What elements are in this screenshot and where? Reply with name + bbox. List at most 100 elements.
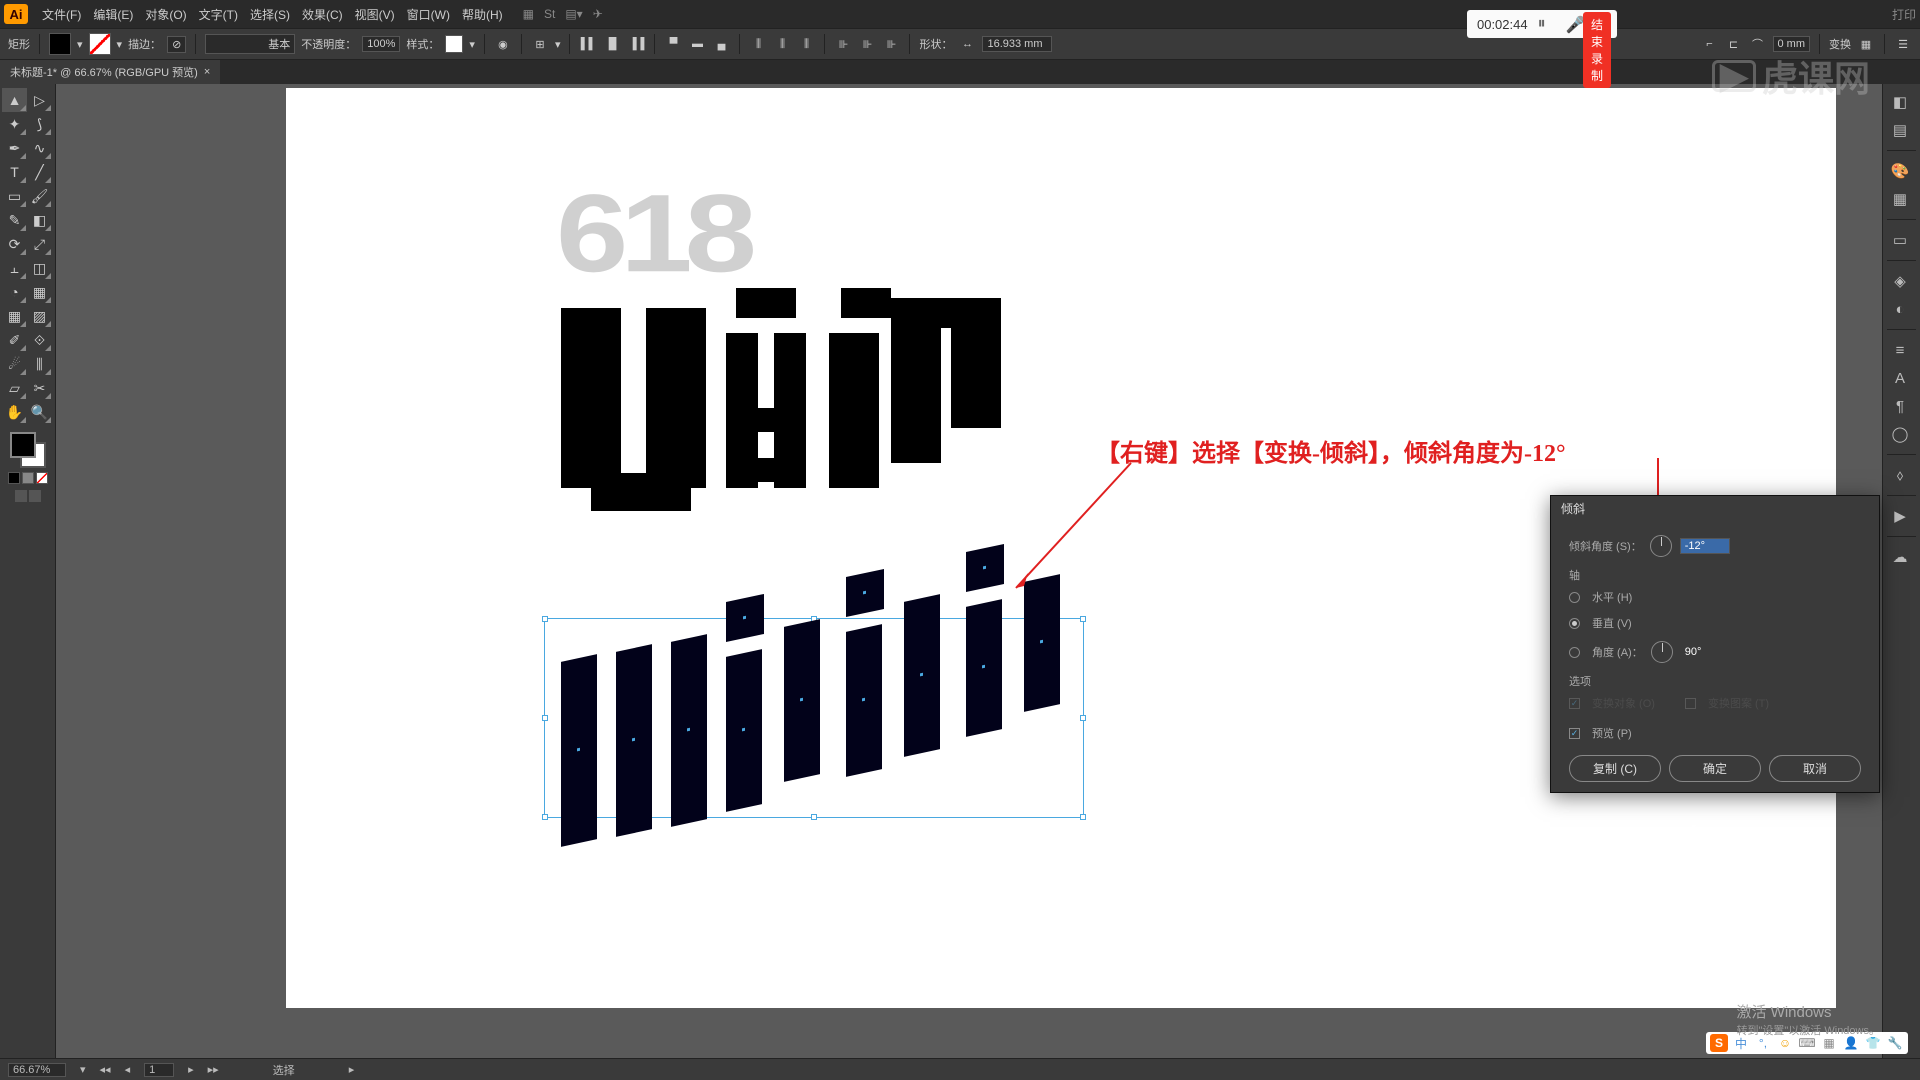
chevron-down-icon[interactable]: ▾	[555, 38, 561, 51]
distribute-icon[interactable]: ⫼	[797, 35, 815, 53]
shape-builder-tool[interactable]: ◔	[2, 280, 27, 304]
document-tab[interactable]: 未标题-1* @ 66.67% (RGB/GPU 预览) ×	[0, 60, 220, 84]
eraser-tool[interactable]: ◧	[27, 208, 52, 232]
perspective-tool[interactable]: ▦	[27, 280, 52, 304]
mic-icon[interactable]: 🎤	[1566, 15, 1584, 33]
distribute-icon[interactable]: ⊪	[834, 35, 852, 53]
stroke-panel-icon[interactable]: ≡	[1883, 336, 1917, 364]
width-input[interactable]: 16.933 mm	[982, 36, 1052, 52]
radio-vertical[interactable]	[1569, 618, 1580, 629]
curvature-tool[interactable]: ∿	[27, 136, 52, 160]
close-icon[interactable]: ×	[204, 66, 210, 78]
align-left-icon[interactable]: ▌▌	[579, 35, 597, 53]
lasso-tool[interactable]: ⟆	[27, 112, 52, 136]
header-icon[interactable]: St	[544, 7, 555, 21]
eyedropper-tool[interactable]: ✐	[2, 328, 27, 352]
properties-panel-icon[interactable]: ◧	[1883, 88, 1917, 116]
appearance-panel-icon[interactable]: ◯	[1883, 420, 1917, 448]
libraries-panel-icon[interactable]: ▤	[1883, 116, 1917, 144]
selection-tool[interactable]: ▲	[2, 88, 27, 112]
align-middle-icon[interactable]: ▬	[688, 35, 706, 53]
menu-type[interactable]: 文字(T)	[193, 6, 244, 23]
width-tool[interactable]: ⫠	[2, 256, 27, 280]
header-icon[interactable]: ▤▾	[565, 7, 582, 21]
distribute-icon[interactable]: ⊪	[882, 35, 900, 53]
chevron-down-icon[interactable]: ▾	[117, 38, 123, 51]
mini-swatch[interactable]	[22, 472, 34, 484]
angle-axis-value[interactable]: 90°	[1681, 645, 1731, 659]
color-picker[interactable]	[2, 430, 53, 504]
artboard-nav-next[interactable]: ▸▸	[208, 1063, 219, 1076]
chevron-down-icon[interactable]: ▾	[77, 38, 83, 51]
pause-icon[interactable]: ⏸	[1538, 15, 1556, 33]
status-chevron-icon[interactable]: ▸	[349, 1063, 355, 1076]
align-icon[interactable]: ⊞	[531, 35, 549, 53]
direct-selection-tool[interactable]: ▷	[27, 88, 52, 112]
character-panel-icon[interactable]: A	[1883, 364, 1917, 392]
menu-select[interactable]: 选择(S)	[244, 6, 296, 23]
distribute-icon[interactable]: ⊪	[858, 35, 876, 53]
align-center-icon[interactable]: ▐▌	[603, 35, 621, 53]
artboard-nav-prev[interactable]: ◂◂	[100, 1063, 111, 1076]
play-icon[interactable]: ▶	[1883, 502, 1917, 530]
distribute-icon[interactable]: ⫼	[773, 35, 791, 53]
blend-tool[interactable]: ⟐	[27, 328, 52, 352]
header-icon[interactable]: ▦	[523, 7, 534, 21]
asset-panel-icon[interactable]: ◐	[1883, 295, 1917, 323]
rectangle-tool[interactable]: ▭	[2, 184, 27, 208]
foreground-color-swatch[interactable]	[10, 432, 36, 458]
mini-swatch[interactable]	[36, 472, 48, 484]
cc-libraries-icon[interactable]: ☁	[1883, 543, 1917, 571]
brush-tool[interactable]: 🖌	[27, 184, 52, 208]
align-top-icon[interactable]: ▀	[664, 35, 682, 53]
artboard-nav-prev[interactable]: ◂	[125, 1063, 131, 1076]
radio-angle[interactable]	[1569, 647, 1580, 658]
magic-wand-tool[interactable]: ✦	[2, 112, 27, 136]
slice-tool[interactable]: ✂	[27, 376, 52, 400]
opacity-dropdown[interactable]: 100%	[362, 36, 400, 52]
pen-tool[interactable]: ✒	[2, 136, 27, 160]
ime-toolbox-icon[interactable]: 🔧	[1886, 1034, 1904, 1052]
stroke-weight-dropdown[interactable]: ⊘	[167, 36, 186, 53]
scale-tool[interactable]: ⤢	[27, 232, 52, 256]
menu-file[interactable]: 文件(F)	[36, 6, 87, 23]
shaper-tool[interactable]: ✎	[2, 208, 27, 232]
paragraph-panel-icon[interactable]: ¶	[1883, 392, 1917, 420]
symbols-panel-icon[interactable]: ⬨	[1883, 461, 1917, 489]
swatches-panel-icon[interactable]: ▦	[1883, 185, 1917, 213]
stop-recording-button[interactable]: 结束录制	[1583, 12, 1611, 88]
menu-effect[interactable]: 效果(C)	[296, 6, 349, 23]
align-right-icon[interactable]: ▐▐	[627, 35, 645, 53]
brushes-panel-icon[interactable]: ▭	[1883, 226, 1917, 254]
symbol-tool[interactable]: ☄	[2, 352, 27, 376]
graph-tool[interactable]: ⫼	[27, 352, 52, 376]
print-label[interactable]: 打印	[1892, 6, 1916, 23]
menu-object[interactable]: 对象(O)	[139, 6, 192, 23]
artboard-nav-next[interactable]: ▸	[188, 1063, 194, 1076]
ok-button[interactable]: 确定	[1669, 755, 1761, 782]
stroke-profile-dropdown[interactable]: 基本	[205, 34, 295, 54]
checkbox-preview[interactable]	[1569, 728, 1580, 739]
header-icon[interactable]: ✈	[593, 7, 603, 21]
style-swatch[interactable]	[445, 35, 463, 53]
rotate-tool[interactable]: ⟳	[2, 232, 27, 256]
zoom-tool[interactable]: 🔍	[27, 400, 52, 424]
angle-dial[interactable]	[1651, 641, 1673, 663]
chevron-down-icon[interactable]: ▾	[469, 38, 475, 51]
chevron-down-icon[interactable]: ▾	[80, 1063, 86, 1076]
shear-angle-input[interactable]	[1680, 538, 1730, 554]
isolate-icon[interactable]: ☰	[1894, 35, 1912, 53]
mini-swatch[interactable]	[8, 472, 20, 484]
copy-button[interactable]: 复制 (C)	[1569, 755, 1661, 782]
color-panel-icon[interactable]: 🎨	[1883, 157, 1917, 185]
menu-help[interactable]: 帮助(H)	[456, 6, 509, 23]
angle-dial[interactable]	[1650, 535, 1672, 557]
align-bottom-icon[interactable]: ▄	[712, 35, 730, 53]
mesh-tool[interactable]: ▦	[2, 304, 27, 328]
menu-view[interactable]: 视图(V)	[349, 6, 401, 23]
ime-logo-icon[interactable]: S	[1710, 1034, 1728, 1052]
cancel-button[interactable]: 取消	[1769, 755, 1861, 782]
line-tool[interactable]: ╱	[27, 160, 52, 184]
artboard-tool[interactable]: ▱	[2, 376, 27, 400]
distribute-icon[interactable]: ⫼	[749, 35, 767, 53]
